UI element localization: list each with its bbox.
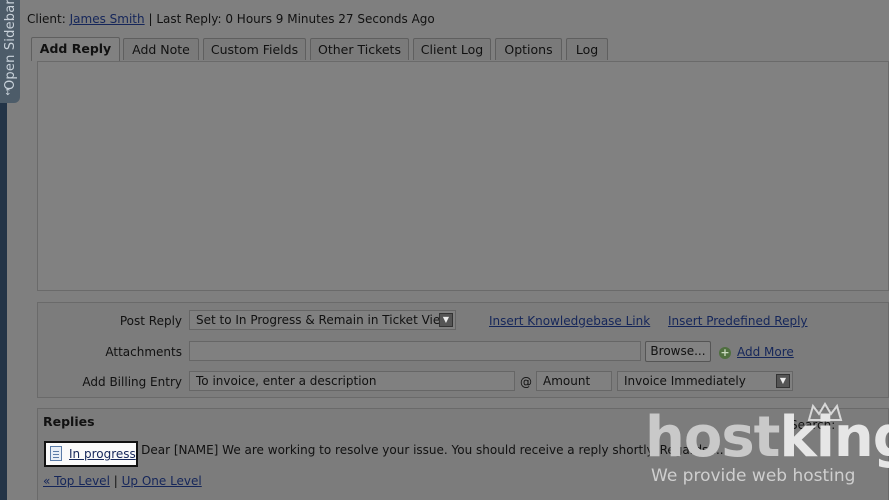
up-one-level-link[interactable]: Up One Level	[122, 474, 202, 488]
tab-client-log[interactable]: Client Log	[413, 38, 491, 60]
tab-other-tickets[interactable]: Other Tickets	[310, 38, 409, 60]
reply-in-progress-link[interactable]: In progress	[69, 447, 136, 461]
document-icon	[50, 446, 62, 461]
reply-editor[interactable]	[37, 61, 889, 291]
hostking-logo: hostking We provide web hosting	[645, 402, 889, 500]
open-sidebar-label: Open Sidebar	[3, 0, 18, 90]
tab-options[interactable]: Options	[495, 38, 562, 60]
billing-entry-label: Add Billing Entry	[82, 375, 182, 389]
logo-wordmark: hostking	[645, 405, 889, 470]
chevron-down-icon: ▼	[439, 313, 453, 327]
insert-predefined-reply-link[interactable]: Insert Predefined Reply	[668, 314, 808, 328]
client-info: Client: James Smith | Last Reply: 0 Hour…	[27, 12, 435, 26]
logo-tagline: We provide web hosting	[651, 466, 856, 486]
post-reply-label: Post Reply	[119, 314, 182, 328]
attachment-file-input[interactable]	[189, 341, 641, 361]
reply-level-nav: « Top Level | Up One Level	[43, 474, 202, 488]
post-reply-select[interactable]: Set to In Progress & Remain in Ticket Vi…	[189, 310, 456, 330]
open-sidebar-tab[interactable]: ↕ Open Sidebar	[0, 0, 20, 103]
add-more-link[interactable]: Add More	[737, 345, 794, 359]
browse-button[interactable]: Browse...	[645, 341, 711, 362]
replies-heading: Replies	[43, 414, 95, 429]
at-symbol: @	[520, 375, 532, 389]
chevron-down-icon: ▼	[776, 374, 790, 388]
billing-description-input[interactable]: To invoice, enter a description	[189, 371, 515, 391]
client-name-link[interactable]: James Smith	[70, 12, 145, 26]
attachments-label: Attachments	[105, 345, 182, 359]
insert-kb-link[interactable]: Insert Knowledgebase Link	[489, 314, 650, 328]
amount-input[interactable]: Amount	[536, 371, 612, 391]
tab-log[interactable]: Log	[566, 38, 608, 60]
reply-preview-text: - Dear [NAME] We are working to resolve …	[133, 443, 724, 457]
tab-add-reply[interactable]: Add Reply	[31, 37, 120, 61]
tab-custom-fields[interactable]: Custom Fields	[203, 38, 306, 60]
top-level-link[interactable]: « Top Level	[43, 474, 110, 488]
invoice-option-select[interactable]: Invoice Immediately ▼	[617, 371, 793, 391]
add-icon: +	[719, 346, 731, 359]
tab-add-note[interactable]: Add Note	[123, 38, 199, 60]
last-reply-text: Last Reply: 0 Hours 9 Minutes 27 Seconds…	[156, 12, 435, 26]
